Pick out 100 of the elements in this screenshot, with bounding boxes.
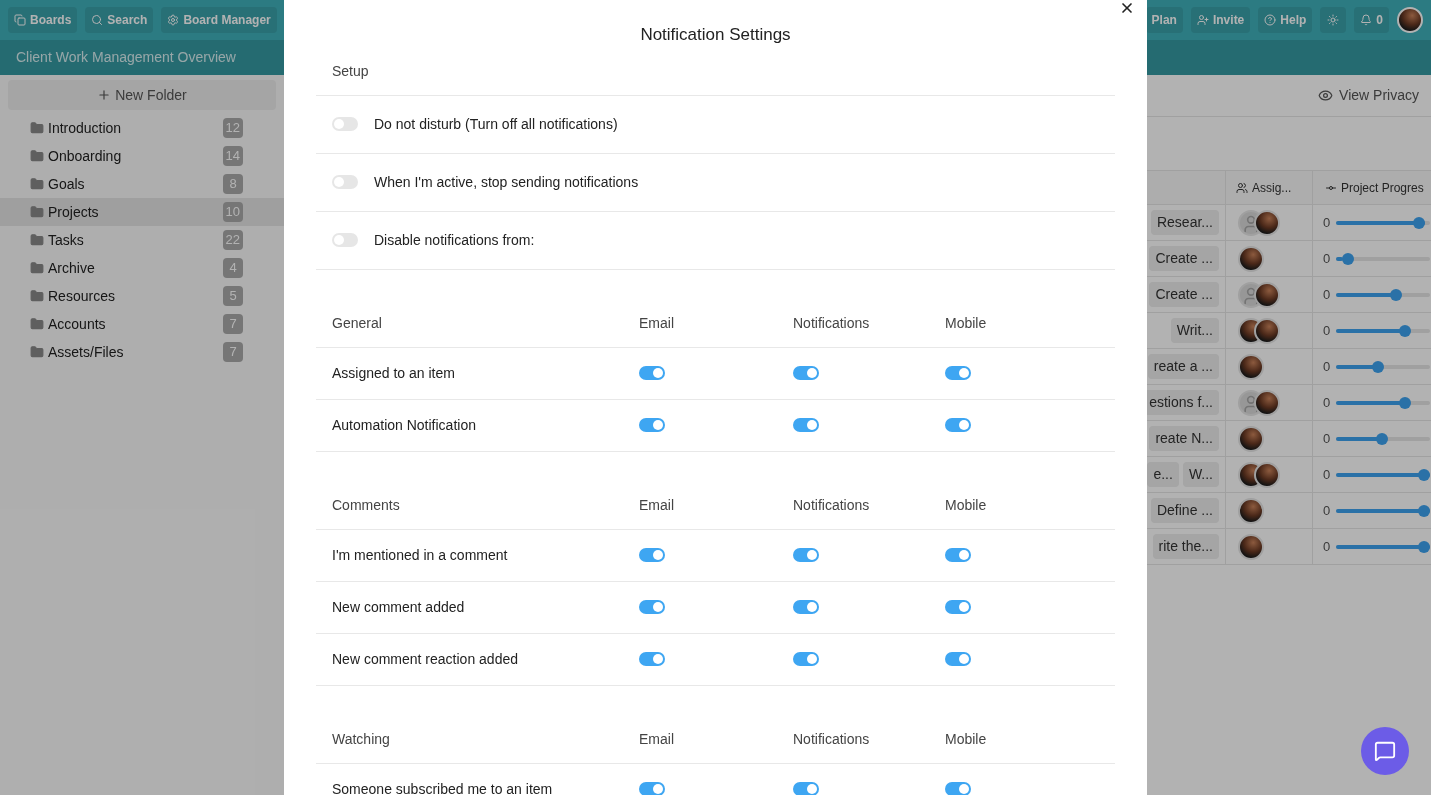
tag[interactable]: reate a ... — [1147, 354, 1219, 379]
dialog-title: Notification Settings — [640, 25, 791, 44]
board-title: Client Work Management Overview — [16, 48, 236, 67]
column-heading: Mobile — [945, 313, 987, 333]
avatar — [1254, 281, 1280, 308]
eye-icon — [1318, 88, 1334, 103]
tag[interactable]: reate N... — [1149, 426, 1219, 451]
folder-icon — [30, 121, 44, 135]
count-badge: 8 — [223, 174, 243, 194]
plus-icon — [97, 88, 112, 102]
count-badge: 7 — [223, 314, 243, 334]
tag[interactable]: Create ... — [1149, 246, 1219, 271]
option-label: Disable notifications from: — [374, 230, 535, 250]
sidebar-item[interactable]: Tasks 22 — [0, 226, 284, 254]
setting-label: Someone subscribed me to an item — [332, 779, 553, 795]
theme-button[interactable] — [1320, 7, 1347, 33]
tag[interactable]: W... — [1182, 462, 1219, 487]
progress-value: 0 — [1323, 429, 1331, 448]
settings-icon — [167, 14, 180, 26]
sidebar-item[interactable]: Introduction 12 — [0, 114, 284, 142]
count-badge: 12 — [222, 118, 243, 138]
sidebar-item[interactable]: Projects 10 — [0, 198, 284, 226]
toggle-switch[interactable] — [793, 600, 819, 614]
toggle-switch[interactable] — [793, 652, 819, 666]
folder-name: Projects — [48, 202, 100, 222]
count-badge: 14 — [222, 146, 243, 166]
avatar — [1238, 497, 1264, 524]
column-header[interactable]: Assig... — [1226, 171, 1313, 204]
bell-icon — [1360, 14, 1373, 26]
column-heading: Mobile — [945, 729, 987, 749]
add-user-icon — [1196, 14, 1209, 26]
avatar — [1238, 353, 1264, 380]
option-label: Do not disturb (Turn off all notifications) — [374, 114, 618, 134]
folder-name: Assets/Files — [48, 342, 125, 362]
avatar — [1238, 533, 1264, 560]
toggle-switch[interactable] — [945, 418, 971, 432]
setting-label: Automation Notification — [332, 415, 476, 435]
toggle-switch[interactable] — [332, 117, 358, 131]
section-heading: General — [332, 313, 383, 333]
toggle-switch[interactable] — [639, 366, 665, 380]
avatar — [1254, 317, 1280, 344]
toggle-switch[interactable] — [793, 366, 819, 380]
toggle-switch[interactable] — [945, 548, 971, 562]
setting-label: Assigned to an item — [332, 363, 455, 383]
tag[interactable]: e... — [1147, 462, 1179, 487]
toggle-switch[interactable] — [793, 418, 819, 432]
toggle-switch[interactable] — [945, 600, 971, 614]
toggle-switch[interactable] — [639, 418, 665, 432]
sidebar-item[interactable]: Onboarding 14 — [0, 142, 284, 170]
tag[interactable]: Writ... — [1170, 318, 1219, 343]
column-header[interactable]: Project Progres — [1313, 171, 1431, 204]
toggle-switch[interactable] — [639, 782, 665, 795]
sidebar-item[interactable]: Archive 4 — [0, 254, 284, 282]
sidebar-item[interactable]: Accounts 7 — [0, 310, 284, 338]
folder-icon — [30, 205, 44, 219]
toggle-switch[interactable] — [332, 175, 358, 189]
close-button[interactable] — [1119, 0, 1135, 16]
avatar — [1238, 425, 1264, 452]
progress-value: 0 — [1323, 357, 1331, 376]
column-heading: Notifications — [793, 313, 870, 333]
tag[interactable]: Create ... — [1149, 282, 1219, 307]
folder-icon — [30, 261, 44, 275]
toggle-switch[interactable] — [332, 233, 358, 247]
avatar — [1254, 209, 1280, 236]
section-heading: Comments — [332, 495, 401, 515]
toggle-switch[interactable] — [945, 652, 971, 666]
setting-label: New comment reaction added — [332, 649, 518, 669]
column-heading: Mobile — [945, 495, 987, 515]
folder-icon — [30, 289, 44, 303]
sidebar-item[interactable]: Resources 5 — [0, 282, 284, 310]
tag[interactable]: Resear... — [1150, 210, 1219, 235]
new-folder-button[interactable]: New Folder — [8, 80, 276, 110]
user-avatar[interactable] — [1397, 7, 1423, 33]
toggle-switch[interactable] — [639, 600, 665, 614]
progress-value: 0 — [1323, 249, 1331, 268]
toggle-switch[interactable] — [639, 652, 665, 666]
folder-name: Tasks — [48, 230, 85, 250]
toggle-switch[interactable] — [945, 782, 971, 795]
view-privacy-button[interactable]: View Privacy — [1318, 85, 1419, 106]
toggle-switch[interactable] — [639, 548, 665, 562]
progress-value: 0 — [1323, 393, 1331, 412]
toggle-switch[interactable] — [945, 366, 971, 380]
avatar — [1254, 389, 1280, 416]
section-heading: Setup — [332, 61, 369, 81]
toggle-switch[interactable] — [793, 782, 819, 795]
setting-label: New comment added — [332, 597, 465, 617]
tag[interactable]: Define ... — [1150, 498, 1219, 523]
progress-value: 0 — [1323, 501, 1331, 520]
toggle-switch[interactable] — [793, 548, 819, 562]
boards-icon — [14, 14, 26, 26]
column-heading: Notifications — [793, 495, 870, 515]
column-heading: Email — [639, 729, 674, 749]
sidebar-item[interactable]: Assets/Files 7 — [0, 338, 284, 366]
tag[interactable]: rite the... — [1152, 534, 1219, 559]
folder-icon — [30, 177, 44, 191]
count-badge: 4 — [223, 258, 243, 278]
count-badge: 5 — [223, 286, 243, 306]
sidebar-item[interactable]: Goals 8 — [0, 170, 284, 198]
setting-label: I'm mentioned in a comment — [332, 545, 508, 565]
count-badge: 22 — [222, 230, 243, 250]
